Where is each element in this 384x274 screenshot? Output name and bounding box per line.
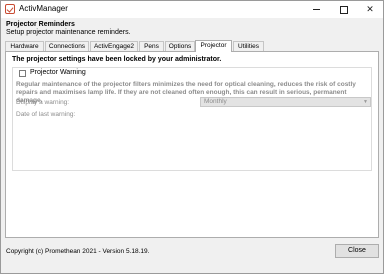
locked-notice: The projector settings have been locked … xyxy=(12,56,222,63)
last-warning-date-label: Date of last warning: xyxy=(16,111,76,118)
tab-pens[interactable]: Pens xyxy=(139,41,164,51)
title-bar[interactable]: ActivManager ✕ xyxy=(1,1,383,18)
projector-warning-label[interactable]: Projector Warning xyxy=(30,69,86,76)
tab-hardware[interactable]: Hardware xyxy=(5,41,44,51)
copyright-text: Copyright (c) Promethean 2021 - Version … xyxy=(6,248,150,255)
window-title: ActivManager xyxy=(19,4,68,13)
minimize-button[interactable] xyxy=(303,1,329,18)
tab-activengage2[interactable]: ActivEngage2 xyxy=(90,41,138,51)
tab-utilities[interactable]: Utilities xyxy=(233,41,264,51)
display-warning-label: Display a warning: xyxy=(16,99,70,106)
close-window-button[interactable]: ✕ xyxy=(357,1,383,18)
page-header: Projector Reminders Setup projector main… xyxy=(6,21,131,37)
chevron-down-icon: ▼ xyxy=(363,99,368,105)
tab-options[interactable]: Options xyxy=(165,41,195,51)
page-title: Projector Reminders xyxy=(6,21,75,28)
close-button[interactable]: Close xyxy=(335,244,379,258)
display-warning-value: Monthly xyxy=(204,98,227,105)
activmanager-check-icon xyxy=(5,4,15,14)
tab-projector[interactable]: Projector xyxy=(195,40,232,52)
projector-warning-group: Projector Warning Regular maintenance of… xyxy=(12,67,372,171)
app-window: ActivManager ✕ Projector Reminders Setup… xyxy=(0,0,384,274)
tab-connections[interactable]: Connections xyxy=(45,41,89,51)
maximize-button[interactable] xyxy=(331,1,357,18)
projector-warning-checkbox[interactable] xyxy=(19,70,26,77)
maximize-icon xyxy=(340,5,348,14)
projector-panel: The projector settings have been locked … xyxy=(5,51,379,238)
minimize-icon xyxy=(312,9,320,11)
display-warning-select[interactable]: Monthly ▼ xyxy=(200,97,371,107)
close-icon: ✕ xyxy=(366,4,374,14)
page-subtitle: Setup projector maintenance reminders. xyxy=(6,29,131,36)
